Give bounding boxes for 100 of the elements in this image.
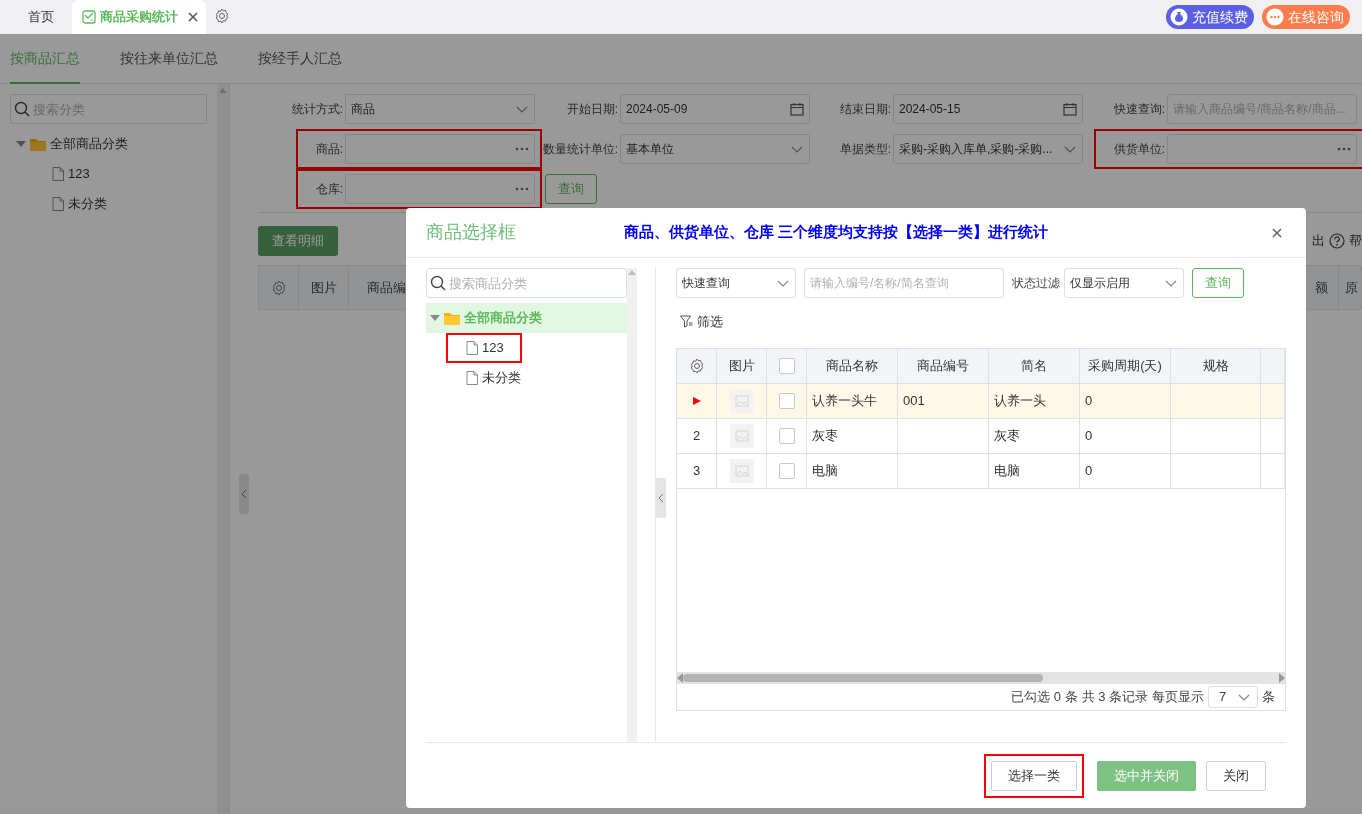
field-label: 结束日期: [839, 101, 891, 118]
image-placeholder-icon [729, 388, 754, 413]
tree-item[interactable]: 123 [68, 164, 90, 184]
picker-field[interactable] [345, 134, 535, 164]
row-number: 3 [677, 453, 717, 488]
checkbox[interactable] [778, 392, 795, 409]
table-cell: 认养一头 [989, 383, 1080, 418]
scrollbar[interactable] [627, 268, 637, 742]
filter-link[interactable]: 筛选 [697, 312, 723, 332]
dialog-button[interactable]: 选择一类 [991, 760, 1077, 791]
report-tab[interactable]: 按经手人汇总 [258, 34, 342, 84]
column-header: 图片 [717, 348, 767, 383]
money-bag-icon [1170, 8, 1188, 26]
calendar-icon [1063, 102, 1077, 116]
column-header: 简名 [989, 348, 1080, 383]
file-icon [52, 197, 64, 211]
field-label: 仓库: [315, 181, 343, 198]
recharge-button[interactable]: 充值续费 [1166, 5, 1254, 29]
column-header: 商品编号 [898, 348, 989, 383]
chevron-left-icon [241, 490, 247, 498]
help-icon[interactable] [1329, 233, 1345, 249]
table-cell: 0 [1080, 453, 1171, 488]
page-size-select[interactable]: 7 [1208, 685, 1258, 708]
checkbox[interactable] [778, 357, 795, 374]
select-field[interactable]: 快速查询 [676, 268, 796, 298]
annotation-text: 商品、供货单位、仓库 三个维度均支持按【选择一类】进行统计 [624, 222, 1049, 243]
more-icon[interactable] [1337, 146, 1351, 152]
dialog-title: 商品选择框 [426, 221, 516, 244]
scroll-right-icon [1279, 672, 1285, 683]
filter-icon[interactable] [680, 315, 693, 329]
scroll-up-icon[interactable] [219, 88, 228, 93]
field-label: 状态过滤 [1012, 275, 1060, 292]
table-cell: 0 [1080, 383, 1171, 418]
horizontal-scrollbar[interactable] [677, 671, 1285, 684]
close-icon[interactable] [188, 12, 198, 22]
row-number: 2 [677, 418, 717, 453]
table-cell: 电脑 [989, 453, 1080, 488]
select-field[interactable]: 基本单位 [620, 134, 810, 164]
file-icon [466, 341, 478, 355]
settings-icon[interactable] [270, 279, 287, 296]
caret-down-icon[interactable] [430, 313, 440, 323]
more-icon[interactable] [515, 186, 529, 192]
folder-icon [30, 137, 46, 151]
column-header: 图片 [299, 266, 349, 309]
checkbox[interactable] [778, 462, 795, 479]
select-field[interactable]: 商品 [345, 94, 535, 124]
field-label: 单据类型: [839, 141, 891, 158]
image-placeholder-icon [729, 458, 754, 483]
field-label: 商品: [315, 141, 343, 158]
table-cell: 电脑 [807, 453, 898, 488]
dialog-button[interactable]: 关闭 [1206, 760, 1266, 791]
report-tab[interactable]: 按往来单位汇总 [120, 34, 218, 84]
select-field[interactable]: 采购-采购入库单,采购-采购... [893, 134, 1083, 164]
search-field[interactable]: 搜索商品分类 [426, 268, 628, 298]
calendar-icon [790, 102, 804, 116]
chevron-left-icon [658, 494, 664, 502]
file-icon [466, 371, 478, 385]
collapse-handle[interactable] [239, 474, 249, 514]
record-count: 共 3 条记录 [1081, 687, 1148, 706]
page-tab[interactable]: 首页 [10, 0, 72, 34]
tree-item[interactable]: 全部商品分类 [50, 134, 128, 154]
chart-icon [82, 10, 96, 24]
column-header: 商品名称 [807, 348, 898, 383]
picker-field[interactable] [345, 174, 535, 204]
field-label: 开始日期: [566, 101, 618, 118]
field-label: 统计方式: [291, 101, 343, 118]
scroll-up-icon[interactable] [628, 270, 636, 275]
settings-icon[interactable] [214, 8, 230, 24]
settings-icon[interactable] [688, 357, 705, 374]
select-field[interactable]: 仅显示启用 [1064, 268, 1184, 298]
close-icon[interactable] [1272, 227, 1282, 238]
chat-icon [1266, 8, 1284, 26]
column-header: 规格 [1171, 348, 1261, 383]
file-icon [52, 167, 64, 181]
current-row-icon [691, 395, 702, 406]
folder-icon [444, 311, 460, 325]
date-field[interactable]: 2024-05-15 [893, 94, 1083, 124]
more-icon[interactable] [515, 146, 529, 152]
field-label: 数量统计单位: [542, 141, 618, 158]
tree-item[interactable]: 123 [482, 338, 504, 358]
field-label: 供货单位: [1113, 141, 1165, 158]
date-field[interactable]: 2024-05-09 [620, 94, 810, 124]
tree-item[interactable]: 未分类 [482, 368, 521, 388]
image-placeholder-icon [729, 423, 754, 448]
table-cell: 0 [1080, 418, 1171, 453]
table-cell: 认养一头牛 [807, 383, 898, 418]
picker-field[interactable] [1167, 134, 1357, 164]
caret-down-icon[interactable] [16, 139, 26, 149]
tree-item[interactable]: 未分类 [68, 194, 107, 214]
checkbox[interactable] [778, 427, 795, 444]
search-field[interactable]: 请输入编号/名称/简名查询 [804, 268, 1004, 298]
column-header: 原 [1344, 278, 1359, 297]
page-size-unit: 条 [1262, 687, 1275, 706]
table-cell: 灰枣 [807, 418, 898, 453]
collapse-handle[interactable] [656, 478, 666, 518]
help-link[interactable]: 帮 [1349, 231, 1362, 251]
export-link[interactable]: 出 [1312, 231, 1325, 251]
table-cell: 001 [898, 383, 989, 418]
scrollbar[interactable] [217, 84, 229, 814]
page-size-label: 每页显示 [1152, 687, 1204, 706]
